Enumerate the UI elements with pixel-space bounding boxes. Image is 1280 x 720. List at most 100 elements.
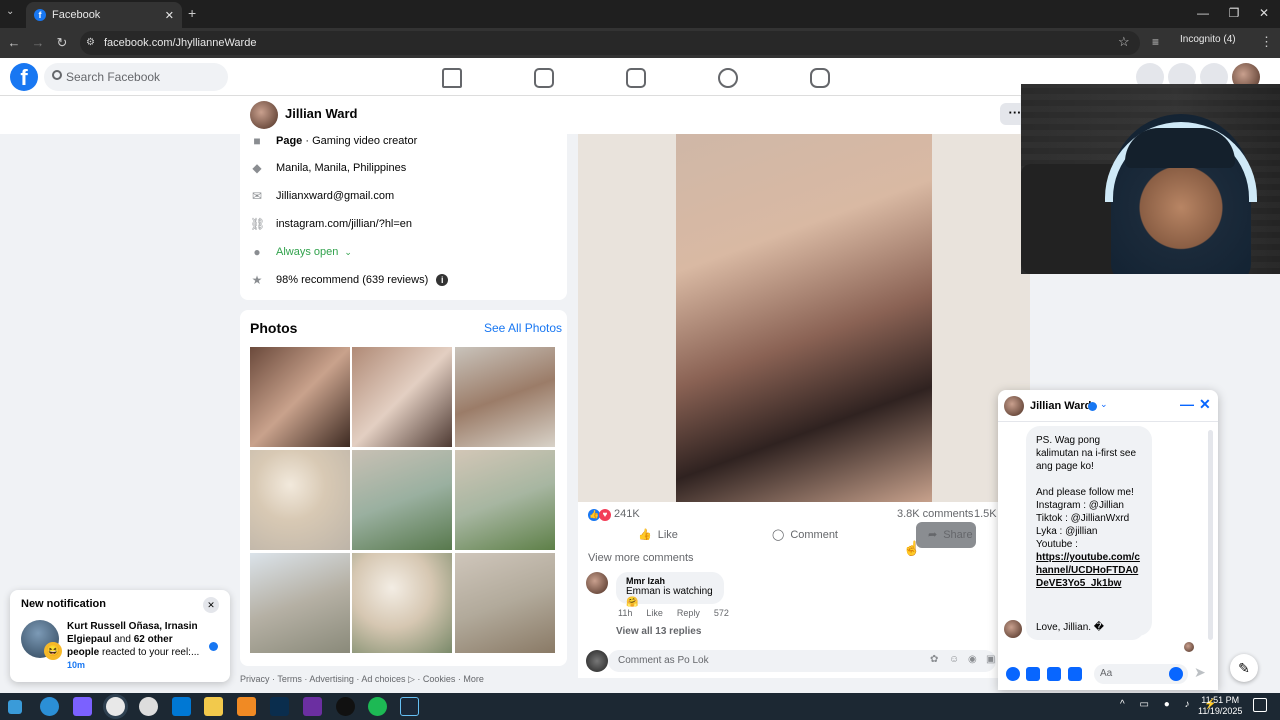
steam-icon[interactable] bbox=[400, 697, 419, 716]
comment-button[interactable]: ◯ Comment bbox=[772, 528, 838, 542]
notification-toast[interactable]: New notification ✕ 😆 Kurt Russell Oñasa,… bbox=[10, 590, 230, 682]
photo-thumbnail[interactable] bbox=[455, 553, 555, 653]
comment-author[interactable]: Mmr Izah bbox=[626, 576, 714, 586]
photo-thumbnail[interactable] bbox=[250, 347, 350, 447]
sticker-icon[interactable] bbox=[1047, 667, 1061, 681]
advertising-link[interactable]: Advertising bbox=[309, 674, 354, 684]
site-info-icon[interactable]: ⚙ bbox=[86, 37, 98, 49]
chevron-down-icon[interactable]: ⌄ bbox=[1100, 399, 1108, 410]
edge-icon[interactable] bbox=[40, 697, 59, 716]
ad-choices-link[interactable]: Ad choices bbox=[361, 674, 405, 684]
camera-icon[interactable]: ◉ bbox=[968, 654, 977, 665]
commenter-avatar[interactable] bbox=[586, 572, 608, 594]
minimize-icon[interactable]: — bbox=[1187, 0, 1219, 28]
chat-scrollbar[interactable] bbox=[1208, 430, 1213, 640]
current-user-avatar bbox=[586, 650, 608, 672]
visual-studio-icon[interactable] bbox=[303, 697, 322, 716]
photo-thumbnail[interactable] bbox=[352, 553, 452, 653]
bookmark-star-icon[interactable]: ☆ bbox=[1118, 34, 1130, 50]
address-bar-row: ← → ↻ facebook.com/JhyllianneWarde ⚙ ☆ ≡… bbox=[0, 28, 1280, 58]
info-icon[interactable]: i bbox=[436, 274, 449, 286]
verified-badge-icon bbox=[1088, 402, 1097, 411]
chrome-icon[interactable] bbox=[106, 697, 125, 716]
photo-thumbnail[interactable] bbox=[250, 450, 350, 550]
facebook-logo-icon[interactable]: f bbox=[10, 63, 38, 91]
gif-icon[interactable] bbox=[1068, 667, 1082, 681]
comment-reply-button[interactable]: Reply bbox=[677, 608, 700, 618]
chat-header[interactable]: Jillian Ward ⌄ — ✕ bbox=[998, 390, 1218, 422]
photo-thumbnail[interactable] bbox=[455, 347, 555, 447]
emoji-icon[interactable]: ☺ bbox=[949, 654, 959, 665]
obs-icon[interactable] bbox=[336, 697, 355, 716]
gif-icon[interactable]: ▣ bbox=[986, 654, 995, 665]
photo-thumbnail[interactable] bbox=[352, 347, 452, 447]
gaming-icon[interactable] bbox=[810, 68, 830, 88]
view-replies-link[interactable]: View all 13 replies bbox=[616, 626, 701, 637]
chat-avatar[interactable] bbox=[1004, 396, 1024, 416]
photo-thumbnail[interactable] bbox=[352, 450, 452, 550]
profile-name[interactable]: Jillian Ward bbox=[285, 106, 357, 121]
post-image[interactable] bbox=[578, 134, 1030, 502]
view-more-comments-link[interactable]: View more comments bbox=[588, 552, 694, 564]
close-chat-icon[interactable]: ✕ bbox=[1199, 396, 1211, 413]
incognito-badge[interactable]: Incognito (4) bbox=[1180, 34, 1236, 45]
hours-text[interactable]: Always open bbox=[276, 246, 338, 258]
more-link[interactable]: More bbox=[463, 674, 484, 684]
comments-count[interactable]: 3.8K comments bbox=[897, 508, 973, 520]
search-input[interactable]: Search Facebook bbox=[44, 63, 228, 91]
microphone-icon[interactable] bbox=[1006, 667, 1020, 681]
love-reaction-icon: ♥ bbox=[599, 509, 611, 521]
forward-icon[interactable]: → bbox=[28, 33, 48, 53]
reaction-count[interactable]: 241K bbox=[614, 508, 640, 520]
new-tab-icon[interactable]: + bbox=[188, 5, 196, 21]
email-text[interactable]: Jillianxward@gmail.com bbox=[276, 190, 394, 202]
cookies-link[interactable]: Cookies bbox=[423, 674, 456, 684]
spotify-icon[interactable] bbox=[368, 697, 387, 716]
tab-search-icon[interactable]: ⌄ bbox=[6, 6, 20, 20]
like-button[interactable]: 👍 Like bbox=[638, 528, 678, 542]
emoji-icon[interactable] bbox=[1169, 667, 1183, 681]
profile-avatar[interactable] bbox=[250, 101, 278, 129]
chevron-down-icon[interactable]: ⌄ bbox=[344, 247, 352, 258]
privacy-link[interactable]: Privacy bbox=[240, 674, 270, 684]
photoshop-icon[interactable] bbox=[270, 697, 289, 716]
media-controls-icon[interactable]: ≡ bbox=[1152, 35, 1159, 49]
reload-icon[interactable]: ↻ bbox=[52, 33, 72, 53]
send-icon[interactable]: ➤ bbox=[1194, 664, 1206, 681]
browser-menu-icon[interactable]: ⋮ bbox=[1260, 34, 1273, 50]
youtube-link[interactable]: https://youtube.com/channel/UCDHoFTDA0De… bbox=[1036, 552, 1140, 589]
vscode-icon[interactable] bbox=[172, 697, 191, 716]
sublime-icon[interactable] bbox=[237, 697, 256, 716]
comment-time[interactable]: 11h bbox=[618, 608, 632, 618]
groups-icon[interactable] bbox=[718, 68, 738, 88]
marketplace-icon[interactable] bbox=[626, 68, 646, 88]
app-icon[interactable] bbox=[139, 697, 158, 716]
video-icon[interactable] bbox=[534, 68, 554, 88]
browser-tab[interactable]: f Facebook ✕ bbox=[26, 2, 182, 28]
file-explorer-icon[interactable] bbox=[204, 697, 223, 716]
tab-close-icon[interactable]: ✕ bbox=[165, 9, 174, 22]
photo-icon[interactable] bbox=[1026, 667, 1040, 681]
website-link[interactable]: instagram.com/jillian/?hl=en bbox=[276, 218, 412, 230]
notification-center-icon[interactable] bbox=[1253, 698, 1267, 712]
photo-thumbnail[interactable] bbox=[455, 450, 555, 550]
photo-thumbnail[interactable] bbox=[250, 553, 350, 653]
terms-link[interactable]: Terms bbox=[277, 674, 302, 684]
taskbar-clock[interactable]: 11:51 PM 11/19/2025 bbox=[1198, 695, 1242, 717]
back-icon[interactable]: ← bbox=[4, 33, 24, 53]
comment-reaction-count[interactable]: 572 bbox=[714, 608, 729, 618]
home-icon[interactable] bbox=[442, 68, 462, 88]
url-input[interactable]: facebook.com/JhyllianneWarde bbox=[80, 31, 1140, 55]
close-window-icon[interactable]: ✕ bbox=[1248, 0, 1280, 28]
minimize-chat-icon[interactable]: — bbox=[1180, 396, 1194, 412]
share-button[interactable]: ➦ Share bbox=[928, 528, 973, 542]
copilot-icon[interactable] bbox=[73, 697, 92, 716]
windows-start-icon[interactable] bbox=[8, 700, 22, 714]
close-icon[interactable]: ✕ bbox=[203, 597, 219, 613]
comment-like-button[interactable]: Like bbox=[646, 608, 663, 618]
restore-icon[interactable]: ❐ bbox=[1218, 0, 1250, 28]
see-all-photos-link[interactable]: See All Photos bbox=[484, 321, 562, 335]
new-message-icon[interactable]: ✎ bbox=[1230, 654, 1258, 682]
chat-contact-name[interactable]: Jillian Ward bbox=[1030, 400, 1091, 412]
avatar-sticker-icon[interactable]: ✿ bbox=[930, 654, 938, 665]
